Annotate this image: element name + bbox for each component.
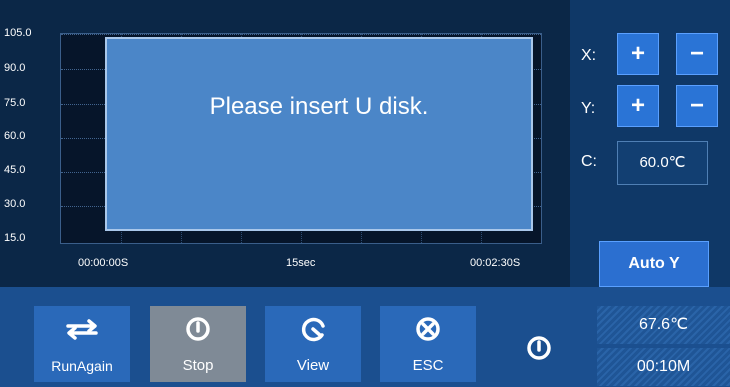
view-button[interactable]: View: [265, 306, 361, 382]
stop-button[interactable]: Stop: [150, 306, 246, 382]
auto-y-button[interactable]: Auto Y: [599, 241, 709, 287]
y-tick-label: 30.0: [4, 198, 26, 210]
y-tick-label: 60.0: [4, 130, 26, 142]
y-tick-label: 75.0: [4, 97, 26, 109]
refresh-arrows-icon: [66, 319, 98, 340]
x-tick-label: 00:02:30S: [470, 257, 521, 269]
cancel-circle-icon: [416, 317, 440, 341]
y-plus-button[interactable]: +: [617, 85, 659, 127]
y-axis-label: Y:: [581, 100, 596, 117]
x-minus-button[interactable]: −: [676, 33, 718, 75]
power-icon: [186, 317, 210, 341]
c-value-field[interactable]: 60.0℃: [617, 141, 708, 185]
esc-label: ESC: [412, 357, 444, 374]
c-label: C:: [581, 153, 597, 170]
view-label: View: [296, 357, 330, 374]
power-status-icon: [527, 336, 551, 360]
elapsed-time-readout: 00:10M: [597, 348, 730, 386]
dialog-message: Please insert U disk.: [209, 93, 429, 120]
x-axis-label: X:: [581, 47, 597, 64]
run-again-label: RunAgain: [51, 358, 113, 374]
esc-button[interactable]: ESC: [380, 306, 476, 382]
x-tick-label: 00:00:00S: [78, 257, 129, 269]
run-again-button[interactable]: RunAgain: [34, 306, 130, 382]
stop-label: Stop: [182, 357, 214, 374]
y-tick-label: 105.0: [4, 27, 32, 39]
y-tick-label: 45.0: [4, 164, 26, 176]
y-tick-label: 15.0: [4, 232, 26, 244]
y-minus-button[interactable]: −: [676, 85, 718, 127]
y-tick-label: 90.0: [4, 62, 26, 74]
insert-u-disk-dialog[interactable]: Please insert U disk.: [105, 37, 533, 231]
x-tick-label: 15sec: [286, 257, 316, 269]
temperature-readout: 67.6℃: [597, 306, 730, 344]
gauge-icon: [301, 317, 325, 342]
x-plus-button[interactable]: +: [617, 33, 659, 75]
